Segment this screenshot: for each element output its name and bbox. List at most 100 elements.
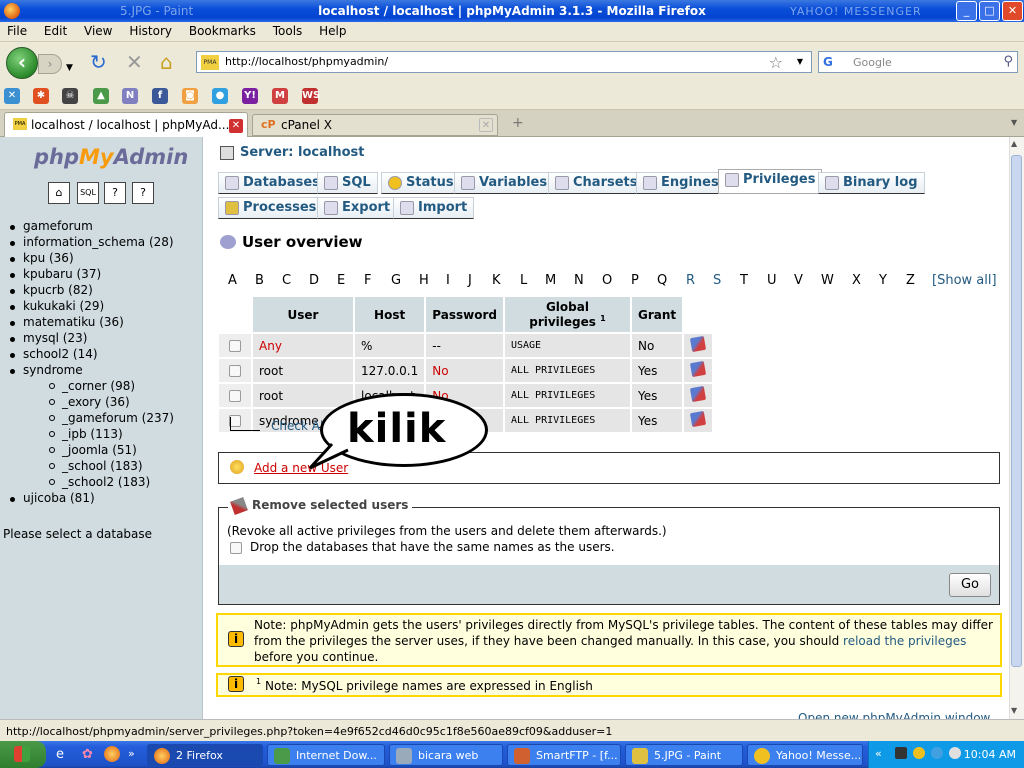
- edit-privileges-icon[interactable]: [690, 385, 707, 403]
- db-link-ipb[interactable]: _ipb (113): [62, 427, 123, 441]
- close-tab-icon[interactable]: ✕: [229, 119, 243, 133]
- home-icon[interactable]: ⌂: [160, 52, 173, 72]
- tab-cpanel[interactable]: cP cPanel X ✕: [252, 114, 498, 136]
- edit-privileges-icon[interactable]: [690, 360, 707, 378]
- menu-file[interactable]: File: [0, 22, 33, 38]
- tray-expand-icon[interactable]: «: [875, 747, 882, 760]
- tab-privileges[interactable]: Privileges: [718, 169, 823, 194]
- back-button[interactable]: ‹: [6, 47, 38, 79]
- minimize-button[interactable]: _: [956, 1, 977, 21]
- letter-filter-u[interactable]: U: [767, 273, 777, 288]
- taskbar-item-firefox[interactable]: 2 Firefox: [147, 744, 263, 766]
- sql-docs-icon[interactable]: ?: [132, 182, 154, 204]
- server-label[interactable]: Server: localhost: [240, 145, 364, 160]
- menu-tools[interactable]: Tools: [266, 22, 309, 38]
- bookmark-icon[interactable]: ✕: [4, 88, 20, 104]
- facebook-bookmark-icon[interactable]: f: [152, 88, 168, 104]
- ie-quicklaunch-icon[interactable]: e: [56, 747, 64, 762]
- tab-variables[interactable]: Variables: [454, 172, 555, 194]
- col-user[interactable]: User: [253, 297, 353, 332]
- url-dropdown-icon[interactable]: ▼: [797, 57, 803, 66]
- letter-filter-d[interactable]: D: [309, 273, 319, 288]
- yahoo-bookmark-icon[interactable]: Y!: [242, 88, 258, 104]
- letter-filter-n[interactable]: N: [574, 273, 584, 288]
- tray-network-icon[interactable]: [931, 747, 943, 759]
- letter-filter-c[interactable]: C: [282, 273, 291, 288]
- menu-edit[interactable]: Edit: [37, 22, 73, 38]
- address-bar[interactable]: PMA http://localhost/phpmyadmin/ ☆ ▼: [196, 51, 812, 73]
- letter-filter-v[interactable]: V: [794, 273, 803, 288]
- go-button[interactable]: Go: [949, 573, 991, 597]
- db-link-school[interactable]: _school (183): [62, 459, 143, 473]
- letter-filter-q[interactable]: Q: [657, 273, 667, 288]
- db-link-kukukaki[interactable]: kukukaki (29): [23, 299, 104, 313]
- taskbar-item-paint[interactable]: 5.JPG - Paint: [625, 744, 743, 766]
- menu-history[interactable]: History: [122, 22, 178, 38]
- bookmark-star-icon[interactable]: ☆: [769, 53, 783, 72]
- tab-export[interactable]: Export: [317, 197, 398, 219]
- col-host[interactable]: Host: [355, 297, 425, 332]
- gmail-bookmark-icon[interactable]: M: [272, 88, 288, 104]
- drop-databases-checkbox[interactable]: [230, 542, 242, 554]
- sql-query-icon[interactable]: SQL: [77, 182, 99, 204]
- letter-filter-a[interactable]: A: [228, 273, 237, 288]
- tab-phpmyadmin[interactable]: PMA localhost / localhost | phpMyAd... ✕: [4, 112, 248, 137]
- tab-engines[interactable]: Engines: [636, 172, 726, 194]
- tab-binary-log[interactable]: Binary log: [818, 172, 925, 194]
- row-checkbox[interactable]: [229, 365, 241, 377]
- reload-privileges-link[interactable]: reload the privileges: [843, 634, 966, 648]
- tab-sql[interactable]: SQL: [317, 172, 378, 194]
- joomla-bookmark-icon[interactable]: ✱: [33, 88, 49, 104]
- taskbar-item-smartftp[interactable]: SmartFTP - [f...: [507, 744, 621, 766]
- tray-messenger-icon[interactable]: [913, 747, 925, 759]
- open-new-window-link[interactable]: Open new phpMyAdmin window: [798, 712, 1003, 719]
- skull-bookmark-icon[interactable]: ☠: [62, 88, 78, 104]
- letter-filter-h[interactable]: H: [419, 273, 429, 288]
- db-link-school2[interactable]: school2 (14): [23, 347, 98, 361]
- stop-icon[interactable]: ✕: [126, 52, 143, 72]
- tab-list-icon[interactable]: ▼: [1011, 118, 1017, 127]
- tab-processes[interactable]: Processes: [218, 197, 324, 219]
- col-grant[interactable]: Grant: [631, 297, 683, 332]
- db-link-corner[interactable]: _corner (98): [62, 379, 135, 393]
- db-link-gameforum[interactable]: gameforum: [23, 219, 93, 233]
- letter-filter-r[interactable]: R: [686, 273, 695, 288]
- col-global-privileges[interactable]: Global privileges 1: [504, 297, 630, 332]
- image-bookmark-icon[interactable]: ▲: [93, 88, 109, 104]
- letter-filter-f[interactable]: F: [364, 273, 371, 288]
- tray-app-icon[interactable]: [895, 747, 907, 759]
- tab-import[interactable]: Import: [393, 197, 475, 219]
- check-all-link[interactable]: Check All: [271, 419, 327, 433]
- tab-charsets[interactable]: Charsets: [548, 172, 645, 194]
- forward-button[interactable]: ›: [38, 54, 62, 74]
- edit-privileges-icon[interactable]: [690, 410, 707, 428]
- letter-filter-k[interactable]: K: [492, 273, 501, 288]
- tab-databases[interactable]: Databases: [218, 172, 327, 194]
- letter-filter-t[interactable]: T: [740, 273, 748, 288]
- col-password[interactable]: Password: [426, 297, 503, 332]
- db-link-matematiku[interactable]: matematiku (36): [23, 315, 124, 329]
- db-link-kpu[interactable]: kpu (36): [23, 251, 74, 265]
- row-checkbox[interactable]: [229, 340, 241, 352]
- db-link-exory[interactable]: _exory (36): [62, 395, 130, 409]
- quicklaunch-more-icon[interactable]: »: [128, 747, 135, 760]
- firefox-quicklaunch-icon[interactable]: [104, 746, 120, 762]
- db-link-syndrome[interactable]: syndrome: [23, 363, 83, 377]
- taskbar-item-internet-download[interactable]: Internet Dow...: [267, 744, 385, 766]
- docs-icon[interactable]: ?: [104, 182, 126, 204]
- db-link-ujicoba[interactable]: ujicoba (81): [23, 491, 95, 505]
- letter-filter-i[interactable]: I: [446, 273, 450, 288]
- close-tab-icon[interactable]: ✕: [479, 118, 493, 132]
- letter-filter-x[interactable]: X: [852, 273, 861, 288]
- db-link-mysql[interactable]: mysql (23): [23, 331, 87, 345]
- edit-privileges-icon[interactable]: [690, 335, 707, 353]
- letter-filter-p[interactable]: P: [631, 273, 639, 288]
- history-dropdown-icon[interactable]: ▼: [66, 58, 73, 78]
- letter-filter-g[interactable]: G: [391, 273, 401, 288]
- messenger-bookmark-icon[interactable]: ●: [212, 88, 228, 104]
- menu-help[interactable]: Help: [312, 22, 352, 38]
- db-link-kpubaru[interactable]: kpubaru (37): [23, 267, 101, 281]
- maximize-button[interactable]: □: [979, 1, 1000, 21]
- letter-filter-s[interactable]: S: [713, 273, 721, 288]
- document-bookmark-icon[interactable]: N: [122, 88, 138, 104]
